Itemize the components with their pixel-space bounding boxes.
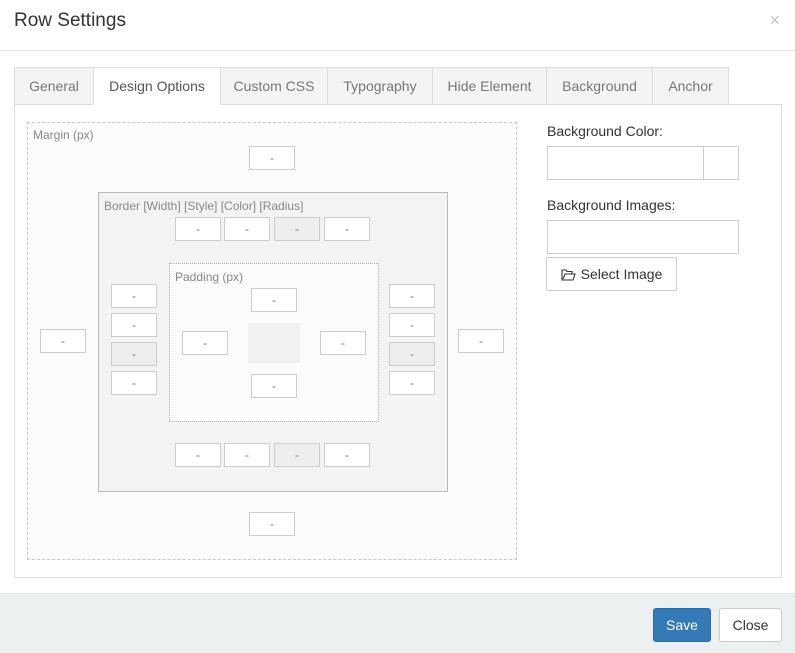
background-images-label: Background Images:	[547, 197, 676, 213]
tab-anchor[interactable]: Anchor	[652, 67, 729, 105]
margin-left-input[interactable]	[40, 329, 86, 353]
select-image-button[interactable]: Select Image	[546, 257, 677, 291]
border-left-radius-input[interactable]	[111, 371, 157, 395]
margin-bottom-input[interactable]	[249, 512, 295, 536]
border-right-style-input[interactable]	[389, 313, 435, 337]
padding-label: Padding (px)	[175, 270, 244, 284]
modal-title: Row Settings	[14, 10, 126, 31]
margin-label: Margin (px)	[33, 128, 94, 142]
select-image-label: Select Image	[580, 266, 663, 282]
padding-top-input[interactable]	[251, 288, 297, 312]
margin-top-input[interactable]	[249, 146, 295, 170]
modal-header: Row Settings ×	[0, 0, 795, 51]
padding-right-input[interactable]	[320, 331, 366, 355]
border-bottom-radius-input[interactable]	[324, 443, 370, 467]
padding-left-input[interactable]	[182, 331, 228, 355]
border-top-width-input[interactable]	[175, 217, 221, 241]
border-bottom-color-input[interactable]	[274, 443, 320, 467]
background-images-input[interactable]	[547, 220, 739, 254]
border-bottom-style-input[interactable]	[224, 443, 270, 467]
border-left-style-input[interactable]	[111, 313, 157, 337]
border-right-width-input[interactable]	[389, 284, 435, 308]
tab-design-options[interactable]: Design Options	[93, 67, 221, 105]
margin-right-input[interactable]	[458, 329, 504, 353]
close-icon[interactable]: ×	[769, 10, 780, 30]
border-left-width-input[interactable]	[111, 284, 157, 308]
background-color-input[interactable]	[547, 146, 705, 180]
close-button[interactable]: Close	[719, 608, 782, 642]
save-button[interactable]: Save	[653, 608, 711, 642]
tab-background[interactable]: Background	[546, 67, 653, 105]
border-right-radius-input[interactable]	[389, 371, 435, 395]
tab-typography[interactable]: Typography	[327, 67, 433, 105]
padding-bottom-input[interactable]	[251, 374, 297, 398]
border-top-radius-input[interactable]	[324, 217, 370, 241]
tab-hide-element[interactable]: Hide Element	[432, 67, 547, 105]
tab-custom-css[interactable]: Custom CSS	[220, 67, 328, 105]
background-color-label: Background Color:	[547, 123, 663, 139]
color-picker-swatch[interactable]	[703, 146, 739, 180]
folder-open-icon	[561, 268, 576, 281]
tab-general[interactable]: General	[14, 67, 94, 105]
border-top-color-input[interactable]	[274, 217, 320, 241]
border-bottom-width-input[interactable]	[175, 443, 221, 467]
border-top-style-input[interactable]	[224, 217, 270, 241]
border-left-color-input[interactable]	[111, 342, 157, 366]
content-box	[248, 323, 300, 363]
border-label: Border [Width] [Style] [Color] [Radius]	[104, 199, 304, 213]
border-right-color-input[interactable]	[389, 342, 435, 366]
